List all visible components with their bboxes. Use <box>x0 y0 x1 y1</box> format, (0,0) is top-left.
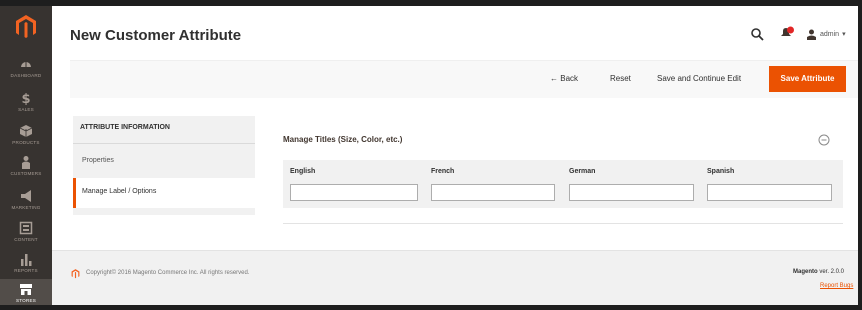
brand-name: Magento <box>793 269 818 275</box>
arrow-left-icon: ← <box>550 74 561 83</box>
magento-footer-logo-icon <box>71 269 80 279</box>
save-attribute-button[interactable]: Save Attribute <box>769 66 846 92</box>
sidebar-item-label: Customers <box>10 171 42 176</box>
svg-text:$: $ <box>21 92 30 105</box>
dashboard-icon <box>21 62 31 67</box>
window-frame-bottom <box>0 305 862 310</box>
person-icon <box>22 156 30 169</box>
search-icon[interactable] <box>750 27 764 41</box>
sidebar-item-products[interactable]: Products <box>0 121 52 155</box>
save-and-continue-button[interactable]: Save and Continue Edit <box>657 74 741 83</box>
collapse-icon[interactable] <box>818 134 830 146</box>
section-title: Manage Titles (Size, Color, etc.) <box>283 135 403 144</box>
sidebar-item-label: Stores <box>15 298 36 303</box>
sidebar-item-reports[interactable]: Reports <box>0 249 52 283</box>
box-icon <box>19 125 33 137</box>
admin-username: admin <box>820 30 840 38</box>
version-number: ver. 2.0.0 <box>817 269 845 275</box>
window-frame-top <box>0 0 862 6</box>
tabs-heading: ATTRIBUTE INFORMATION <box>73 116 255 144</box>
page-title: New Customer Attribute <box>70 27 242 44</box>
sidebar-item-label: Sales <box>18 107 34 112</box>
admin-sidebar: Dashboard $ Sales Products Customers Mar… <box>0 6 52 310</box>
title-input-english[interactable] <box>290 184 418 201</box>
page-actions-bar: ← Back Reset Save and Continue Edit Save… <box>70 60 858 98</box>
copyright-text: Copyright© 2016 Magento Commerce Inc. Al… <box>86 270 250 276</box>
bar-chart-icon <box>21 254 32 266</box>
title-input-spanish[interactable] <box>707 184 832 201</box>
report-bugs-link[interactable]: Report Bugs <box>820 283 853 289</box>
section-divider <box>283 223 843 224</box>
title-input-german[interactable] <box>569 184 694 201</box>
sidebar-item-marketing[interactable]: Marketing <box>0 186 52 220</box>
magento-logo-icon[interactable] <box>12 12 40 40</box>
sidebar-item-sales[interactable]: $ Sales <box>0 88 52 122</box>
megaphone-icon <box>21 190 31 202</box>
version-text: Magento ver. 2.0.0 <box>793 269 844 275</box>
reset-button[interactable]: Reset <box>610 74 631 83</box>
sidebar-item-label: Content <box>14 237 38 242</box>
layout-icon <box>19 221 33 235</box>
sidebar-item-label: Reports <box>14 268 38 273</box>
sidebar-item-content[interactable]: Content <box>0 218 52 252</box>
back-button[interactable]: ← Back <box>550 74 578 83</box>
sidebar-item-label: Marketing <box>11 205 41 210</box>
page-footer <box>52 250 858 305</box>
title-input-french[interactable] <box>431 184 555 201</box>
window-frame-right <box>858 0 862 310</box>
back-label: Back <box>560 74 579 83</box>
column-header-english: English <box>290 168 316 175</box>
tab-properties[interactable]: Properties <box>73 147 255 177</box>
chevron-down-icon: ▾ <box>842 31 846 38</box>
sidebar-item-dashboard[interactable]: Dashboard <box>0 54 52 88</box>
user-icon <box>807 29 816 40</box>
sidebar-item-label: Dashboard <box>10 73 42 78</box>
notifications-bell-icon[interactable] <box>779 26 795 40</box>
admin-user-menu[interactable]: admin ▾ <box>806 27 846 41</box>
sidebar-item-customers[interactable]: Customers <box>0 152 52 186</box>
tab-manage-label-options[interactable]: Manage Label / Options <box>73 178 255 208</box>
column-header-german: German <box>569 168 596 175</box>
sidebar-item-label: Products <box>12 140 40 145</box>
store-icon <box>20 284 32 295</box>
column-header-spanish: Spanish <box>707 168 735 175</box>
column-header-french: French <box>431 168 455 175</box>
dollar-icon: $ <box>21 92 30 105</box>
